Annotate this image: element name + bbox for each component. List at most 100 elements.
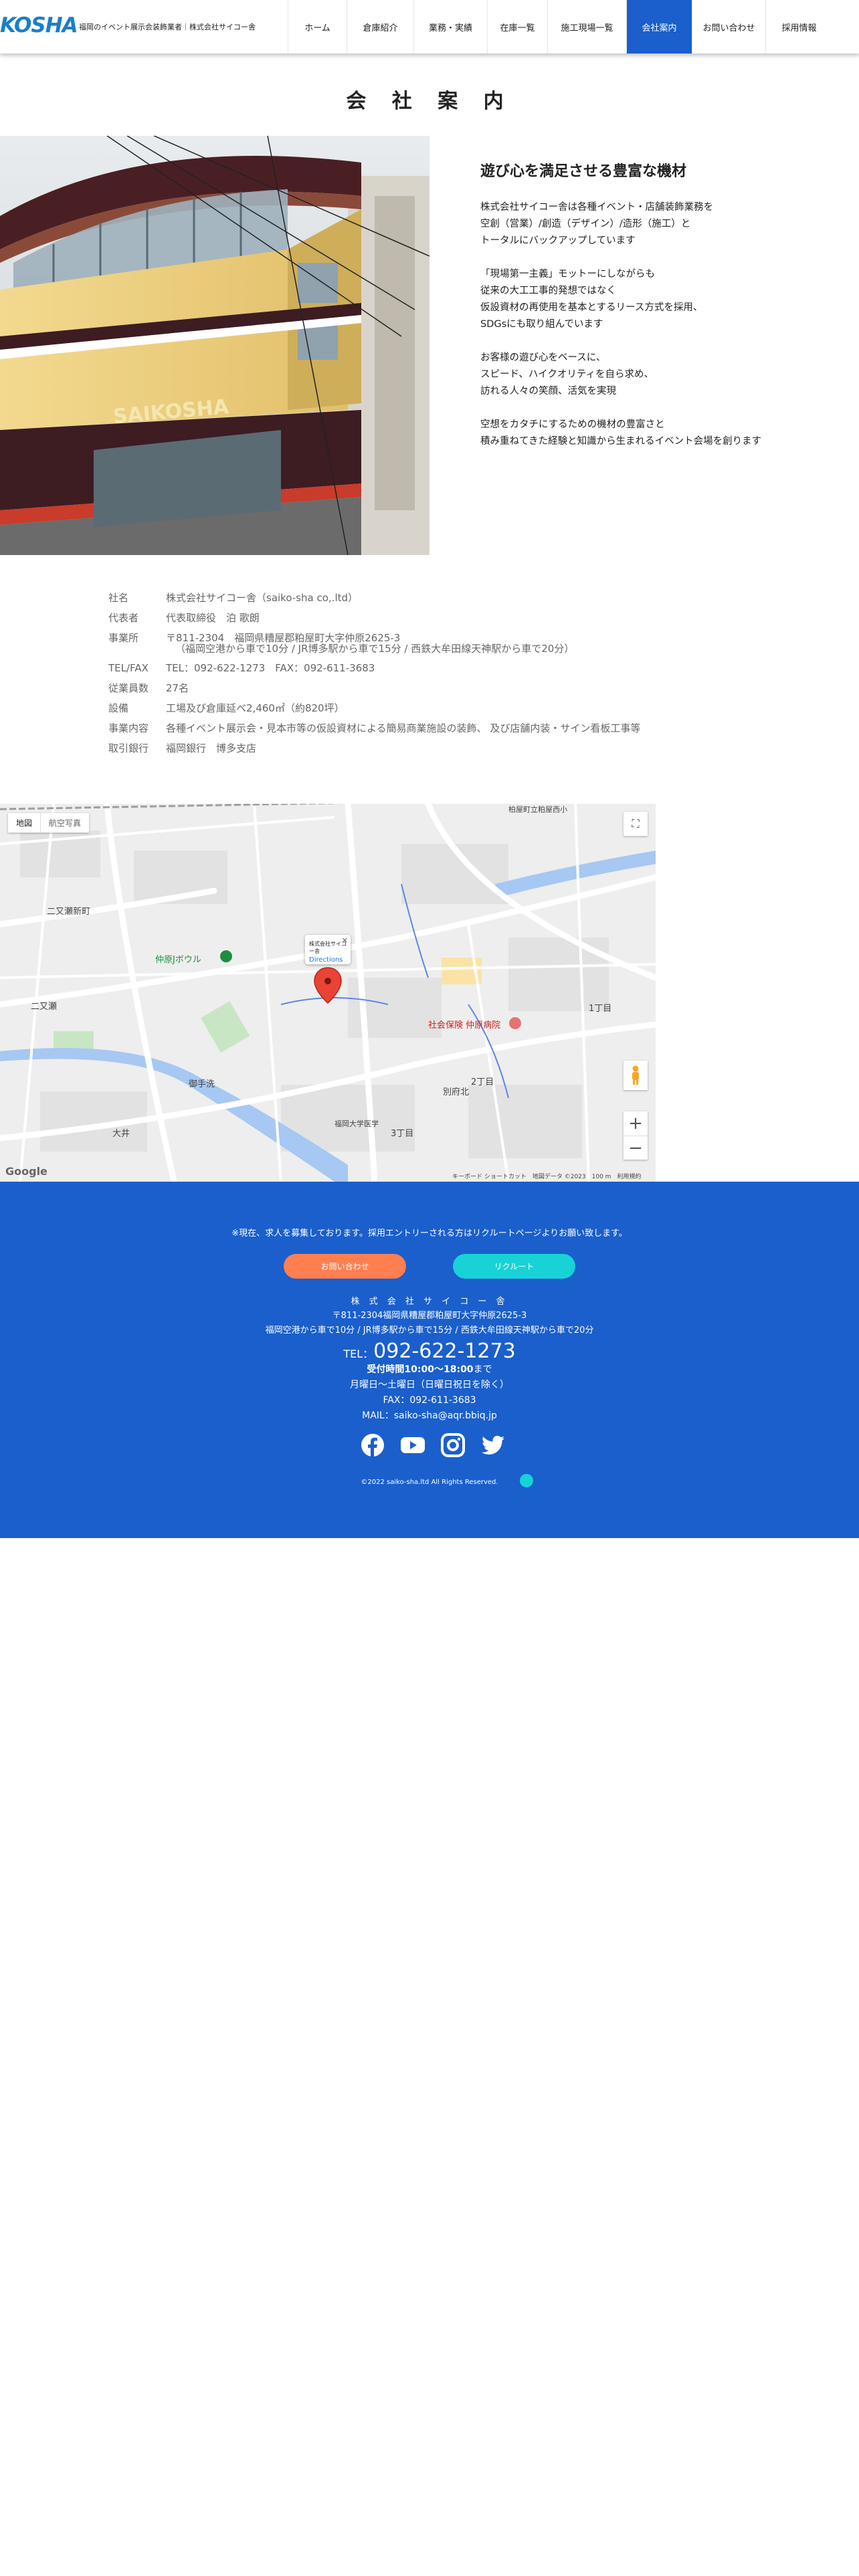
- copyright: ©2022 saiko-sha.ltd All Rights Reserved.: [361, 1479, 498, 1486]
- street-view-pegman-icon[interactable]: [624, 1061, 648, 1090]
- info-value: 27名: [166, 682, 189, 694]
- footer-hours-suffix: まで: [473, 1364, 492, 1375]
- intro-paragraph: 「現場第一主義」モットーにしながらも 従来の大工工事的発想ではなく 仮設資材の再使用…: [480, 266, 842, 333]
- company-info-table: 社名 株式会社サイコー舎（saiko-sha co,.ltd） 代表者 代表取締役 泊…: [108, 588, 640, 758]
- intro-line: トータルにバックアップしています: [480, 235, 636, 246]
- intro-line: 空想をカタチにするための機材の豊富さと: [480, 419, 665, 430]
- info-row: 代表者 代表取締役 泊 歌朗: [108, 608, 640, 628]
- nav-item-2[interactable]: 業務・実績: [413, 0, 487, 53]
- intro-line: スピード、ハイクオリティを自ら求め、: [480, 369, 654, 380]
- nav-item-4[interactable]: 施工現場一覧: [547, 0, 626, 53]
- hospital-pin-icon: [509, 1017, 521, 1029]
- directions-link[interactable]: Directions: [309, 956, 348, 964]
- map-label-2chome: 2丁目: [471, 1077, 494, 1087]
- info-value-wrap: 株式会社サイコー舎（saiko-sha co,.ltd）: [166, 588, 358, 608]
- intro-line: 「現場第一主義」モットーにしながらも: [480, 269, 655, 280]
- map-label-mitesu: 御手洗: [189, 1079, 215, 1089]
- intro-line: 積み重ねてきた経験と知識から生まれるイベント会場を創ります: [480, 436, 762, 447]
- scroll-dot-icon[interactable]: [520, 1474, 533, 1487]
- info-label: 代表者: [108, 612, 139, 624]
- footer-tel[interactable]: 092-622-1273: [373, 1339, 516, 1363]
- site-tagline: 福岡のイベント展示会装飾業者｜株式会社サイコー舎: [79, 23, 256, 31]
- intro-line: 空創（営業）/創造（デザイン）/造形（施工）と: [480, 219, 691, 229]
- recruit-button[interactable]: リクルート: [453, 1254, 575, 1279]
- map-label-university: 福岡大学医学: [335, 1119, 379, 1128]
- intro-line: お客様の遊び心をベースに、: [480, 352, 606, 363]
- intro-body: 株式会社サイコー舎は各種イベント・店舗装飾業務を 空創（営業）/創造（デザイン）/…: [480, 199, 842, 467]
- info-value: 福岡銀行 博多支店: [166, 742, 257, 754]
- map-label-1chome: 1丁目: [589, 1004, 612, 1014]
- company-building-photo: SAIKOSHA: [0, 136, 430, 555]
- nav-item-6[interactable]: お問い合わせ: [692, 0, 765, 53]
- footer-hours: 受付時間10:00〜18:00まで: [0, 1362, 859, 1378]
- footer-address: 〒811-2304福岡県糟屋郡粕屋町大字仲原2625-3: [332, 1311, 527, 1321]
- intro-line: 株式会社サイコー舎は各種イベント・店舗装飾業務を: [480, 202, 713, 213]
- info-row: 取引銀行 福岡銀行 博多支店: [108, 738, 640, 758]
- nav-item-1[interactable]: 倉庫紹介: [347, 0, 413, 53]
- twitter-icon[interactable]: [480, 1432, 506, 1458]
- recruit-notice: ※現在、求人を募集しております。採用エントリーされる方はリクルートページよりお願…: [231, 1228, 628, 1239]
- contact-button[interactable]: お問い合わせ: [284, 1254, 406, 1279]
- nav-item-5[interactable]: 会社案内: [626, 0, 692, 53]
- zoom-in-icon[interactable]: +: [624, 1111, 648, 1136]
- site-header: KOSHA 福岡のイベント展示会装飾業者｜株式会社サイコー舎 ホーム 倉庫紹介 業務…: [0, 0, 859, 53]
- footer-address-block: 〒811-2304福岡県糟屋郡粕屋町大字仲原2625-3 福岡空港から車で10分…: [0, 1309, 859, 1338]
- instagram-icon[interactable]: [440, 1432, 466, 1458]
- facebook-icon[interactable]: [360, 1432, 385, 1458]
- footer-tel-line: TEL：092-622-1273: [0, 1339, 859, 1363]
- info-label: 事業内容: [108, 722, 149, 734]
- footer-access: 福岡空港から車で10分 / JR博多駅から車で15分 / 西鉄大牟田線天神駅から…: [265, 1325, 594, 1335]
- info-label: 事業所: [108, 632, 139, 644]
- map-label-3chome: 3丁目: [391, 1129, 414, 1139]
- info-value-wrap: 代表取締役 泊 歌朗: [166, 608, 260, 628]
- map-type-satellite-button[interactable]: 航空写真: [40, 813, 89, 833]
- info-row: 設備 工場及び倉庫延べ2,460㎡（約820坪）: [108, 698, 640, 718]
- info-label: 設備: [108, 702, 129, 714]
- main-nav: ホーム 倉庫紹介 業務・実績 在庫一覧 施工現場一覧 会社案内 お問い合わせ 採用情報: [288, 0, 832, 53]
- zoom-out-icon[interactable]: −: [624, 1136, 648, 1160]
- intro-line: 訪れる人々の笑顔、活気を実現: [480, 386, 616, 397]
- intro-paragraph: 空想をカタチにするための機材の豊富さと積み重ねてきた経験と知識から生まれるイベン…: [480, 417, 842, 450]
- footer-hours-block: 受付時間10:00〜18:00まで 月曜日〜土曜日（日曜日祝日を除く） FAX：…: [0, 1362, 859, 1424]
- info-label: 取引銀行: [108, 742, 149, 754]
- map-label-nijise: 二又瀬: [31, 1002, 58, 1012]
- info-value: 工場及び倉庫延べ2,460㎡（約820坪）: [166, 702, 345, 714]
- fullscreen-icon[interactable]: ⛶: [624, 812, 648, 836]
- map-label-nijisemachi: 二又瀬新町: [47, 907, 91, 917]
- map-footer-links[interactable]: キーボード ショートカット 地図データ ©2023 100 m 利用規約: [452, 1172, 641, 1180]
- info-row: 従業員数 27名: [108, 678, 640, 698]
- map-label-school: 柏屋町立粕屋西小: [508, 805, 567, 814]
- info-value-wrap: 工場及び倉庫延べ2,460㎡（約820坪）: [166, 698, 345, 718]
- info-row: 事業内容 各種イベント展示会・見本市等の仮設資材による簡易商業施設の装飾、 及び店…: [108, 718, 640, 738]
- info-label: TEL/FAX: [108, 662, 149, 674]
- map-info-window: ✕ 株式会社サイコー舎 Directions: [305, 935, 351, 964]
- footer-hours-bold: 受付時間10:00〜18:00: [367, 1364, 474, 1375]
- close-icon[interactable]: ✕: [342, 936, 348, 945]
- footer-mail[interactable]: MAIL：saiko-sha@aqr.bbiq.jp: [0, 1408, 859, 1424]
- info-value-wrap: 27名: [166, 678, 189, 698]
- footer-tel-prefix: TEL：: [343, 1348, 374, 1360]
- map-label-bowl: 仲原Jボウル: [155, 955, 201, 965]
- map-type-control: 地図 航空写真: [8, 813, 90, 833]
- bowling-pin-icon: [220, 950, 232, 962]
- map-canvas: [0, 804, 656, 1182]
- map-type-map-button[interactable]: 地図: [8, 813, 40, 833]
- nav-item-0[interactable]: ホーム: [288, 0, 347, 53]
- map-label-beppu-kita: 別府北: [443, 1087, 470, 1097]
- site-footer: ※現在、求人を募集しております。採用エントリーされる方はリクルートページよりお願…: [0, 1182, 859, 1538]
- youtube-icon[interactable]: [400, 1432, 425, 1458]
- info-value-sub: （福岡空港から車で10分 / JR博多駅から車で15分 / 西鉄大牟田線天神駅か…: [175, 643, 575, 655]
- footer-days: 月曜日〜土曜日（日曜日祝日を除く）: [350, 1380, 509, 1390]
- nav-item-3[interactable]: 在庫一覧: [487, 0, 547, 53]
- social-links: [360, 1432, 506, 1458]
- google-map[interactable]: 地図 航空写真 ⛶ ✕ 株式会社サイコー舎 Directions 二又瀬新町 二…: [0, 804, 656, 1182]
- intro-line: 従来の大工工事的発想ではなく: [480, 286, 616, 296]
- map-label-hospital: 社会保険 仲原病院: [428, 1021, 501, 1031]
- info-value-wrap: TEL：092-622-1273 FAX：092-611-3683: [166, 658, 375, 678]
- intro-paragraph: お客様の遊び心をベースに、スピード、ハイクオリティを自ら求め、 訪れる人々の笑顔、…: [480, 350, 842, 400]
- nav-item-7[interactable]: 採用情報: [765, 0, 832, 53]
- site-logo[interactable]: KOSHA: [0, 11, 78, 40]
- info-row: TEL/FAX TEL：092-622-1273 FAX：092-611-3683: [108, 658, 640, 678]
- info-window-title: 株式会社サイコー舎: [309, 941, 347, 954]
- info-value: 株式会社サイコー舎（saiko-sha co,.ltd）: [166, 592, 359, 604]
